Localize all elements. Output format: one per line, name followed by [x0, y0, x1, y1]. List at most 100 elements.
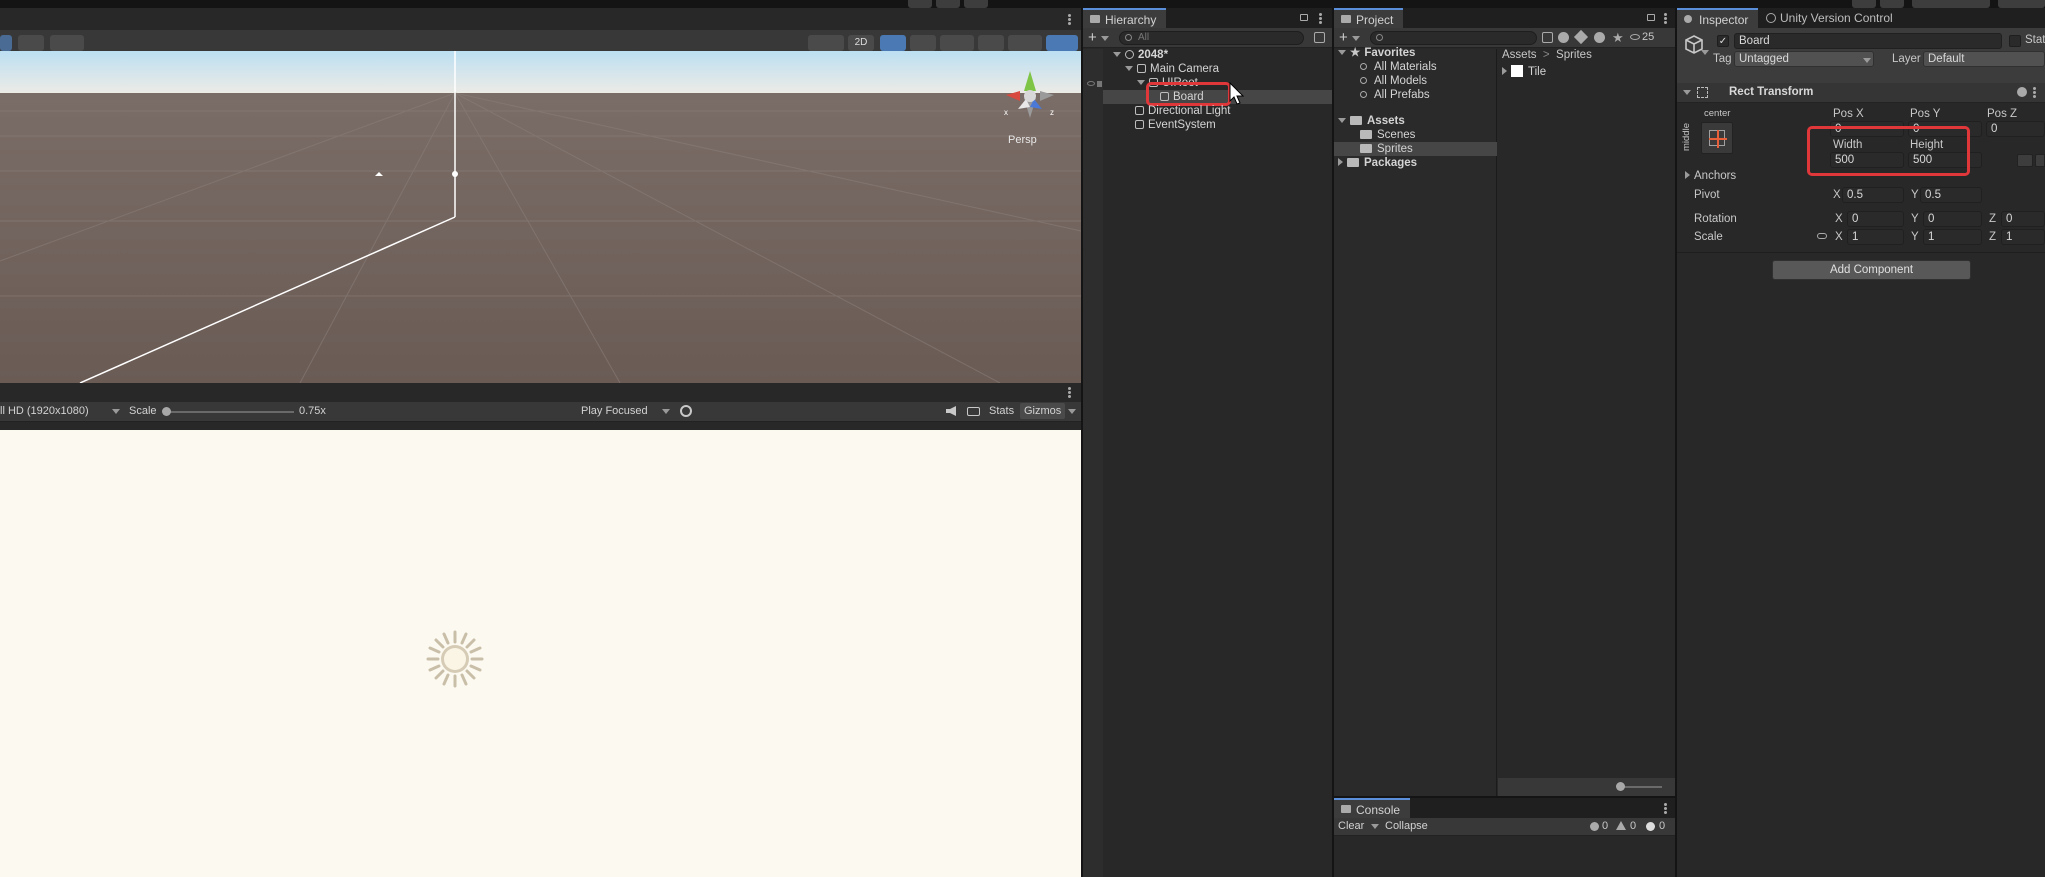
raw-edit-icon[interactable]: [2035, 154, 2045, 167]
tab-project[interactable]: Project: [1334, 8, 1404, 28]
layout-dropdown[interactable]: [1998, 0, 2045, 8]
undo-history-button[interactable]: [1880, 0, 1904, 8]
resolution-chevron-icon[interactable]: [112, 409, 120, 414]
resolution-dropdown[interactable]: ll HD (1920x1080): [0, 405, 89, 417]
keyboard-icon[interactable]: [967, 407, 980, 416]
expand-icon[interactable]: [1338, 118, 1346, 123]
collapse-button[interactable]: Collapse: [1385, 820, 1428, 832]
game-menu-icon[interactable]: [1068, 387, 1071, 398]
tab-console[interactable]: Console: [1334, 798, 1411, 818]
toggle-2d-button[interactable]: 2D: [848, 35, 874, 51]
component-menu-icon[interactable]: [2033, 87, 2036, 98]
pause-button[interactable]: [936, 0, 960, 8]
rotation-x-field[interactable]: 0: [1847, 211, 1904, 227]
favorite-item[interactable]: All Models: [1360, 74, 1427, 88]
search-by-type-icon[interactable]: [1542, 32, 1553, 43]
gizmos-button[interactable]: Gizmos: [1020, 403, 1066, 419]
favorite-star-icon[interactable]: ★: [1612, 30, 1624, 46]
play-mode-chevron-icon[interactable]: [662, 409, 670, 414]
lighting-toggle-icon[interactable]: [880, 35, 906, 51]
tag-icon[interactable]: [1573, 29, 1589, 45]
assets-folder[interactable]: Assets: [1338, 114, 1405, 128]
static-checkbox[interactable]: [2009, 35, 2021, 47]
lock-icon[interactable]: [1647, 14, 1655, 21]
scene-menu-icon[interactable]: [1068, 14, 1071, 25]
breadcrumb-item[interactable]: Assets: [1502, 49, 1537, 61]
bug-icon[interactable]: [680, 405, 692, 417]
favorites-header[interactable]: ★ Favorites: [1338, 46, 1415, 60]
favorite-item[interactable]: All Prefabs: [1360, 88, 1430, 102]
tree-row-eventsystem[interactable]: EventSystem: [1135, 118, 1216, 132]
layers-dropdown[interactable]: [1912, 0, 1990, 8]
persp-label[interactable]: Persp: [1008, 134, 1037, 146]
scale-y-field[interactable]: 1: [1923, 229, 1982, 245]
tree-row-directional-light[interactable]: Directional Light: [1135, 104, 1230, 118]
anchors-foldout[interactable]: Anchors: [1685, 170, 1736, 182]
mute-audio-icon[interactable]: [946, 406, 956, 416]
scale-slider-handle[interactable]: [162, 407, 171, 416]
add-component-button[interactable]: Add Component: [1772, 260, 1971, 280]
icon-size-slider-handle[interactable]: [1616, 782, 1625, 791]
expand-icon[interactable]: [1125, 66, 1133, 71]
scene-viewport[interactable]: [0, 51, 1081, 383]
tab-inspector[interactable]: Inspector: [1677, 8, 1759, 28]
rotation-y-field[interactable]: 0: [1923, 211, 1982, 227]
clear-button[interactable]: Clear: [1338, 820, 1364, 832]
packages-folder[interactable]: Packages: [1338, 156, 1417, 170]
search-top-button[interactable]: [1852, 0, 1876, 8]
scale-z-field[interactable]: 1: [2001, 229, 2045, 245]
transform-tool-button[interactable]: [0, 35, 12, 51]
tab-hierarchy[interactable]: Hierarchy: [1083, 8, 1167, 28]
warning-filter-icon[interactable]: [1616, 821, 1626, 830]
pivot-x-field[interactable]: 0.5: [1842, 187, 1904, 203]
gizmos-scene-button[interactable]: [1046, 35, 1078, 51]
expand-icon[interactable]: [1502, 67, 1507, 75]
foldout-icon[interactable]: [1683, 90, 1691, 95]
rotation-z-field[interactable]: 0: [2001, 211, 2045, 227]
help-icon[interactable]: [2017, 87, 2027, 97]
project-menu-icon[interactable]: [1664, 13, 1667, 24]
hierarchy-search-input[interactable]: All: [1119, 31, 1304, 45]
folder-scenes[interactable]: Scenes: [1360, 128, 1415, 142]
tag-chevron-icon[interactable]: [1863, 58, 1871, 63]
console-menu-icon[interactable]: [1664, 803, 1667, 814]
warning-filter-icon[interactable]: [1594, 32, 1605, 43]
audio-toggle-icon[interactable]: [910, 35, 936, 51]
tree-row-scene[interactable]: 2048*: [1113, 48, 1168, 62]
breadcrumb-item[interactable]: Sprites: [1556, 49, 1592, 61]
expand-icon[interactable]: [1113, 52, 1121, 57]
pos-z-field[interactable]: 0: [1986, 121, 2045, 137]
add-object-chevron-icon[interactable]: [1101, 36, 1109, 41]
component-header[interactable]: Rect Transform: [1677, 83, 2045, 103]
folder-sprites[interactable]: Sprites: [1360, 142, 1413, 156]
scale-x-field[interactable]: 1: [1847, 229, 1904, 245]
visibility-eye-icon[interactable]: [1087, 81, 1095, 86]
expand-icon[interactable]: [1685, 171, 1690, 179]
scale-slider[interactable]: [166, 411, 294, 413]
expand-icon[interactable]: [1137, 80, 1145, 85]
icon-chevron-icon[interactable]: [1701, 50, 1709, 55]
hidden-packages-icon[interactable]: [1630, 34, 1640, 40]
tree-row-main-camera[interactable]: Main Camera: [1125, 62, 1219, 76]
object-name-field[interactable]: Board: [1734, 33, 2002, 49]
pivot-y-field[interactable]: 0.5: [1920, 187, 1982, 203]
scene-visibility-icon[interactable]: [978, 35, 1004, 51]
grid-snap-button[interactable]: [18, 35, 44, 51]
clear-chevron-icon[interactable]: [1371, 824, 1379, 829]
gizmos-chevron-icon[interactable]: [1068, 409, 1076, 414]
orientation-gizmo-icon[interactable]: x z: [990, 63, 1070, 133]
info-filter-icon[interactable]: [1590, 822, 1599, 831]
draw-mode-button[interactable]: [808, 35, 844, 51]
tab-unity-version-control[interactable]: Unity Version Control: [1764, 8, 1893, 28]
constrain-proportions-icon[interactable]: [1817, 233, 1827, 239]
search-filter-icon[interactable]: [1314, 32, 1325, 43]
create-asset-chevron-icon[interactable]: [1352, 36, 1360, 41]
tag-dropdown[interactable]: Untagged: [1734, 51, 1874, 67]
hierarchy-menu-icon[interactable]: [1319, 13, 1322, 24]
stats-button[interactable]: Stats: [989, 405, 1014, 417]
error-filter-icon[interactable]: [1646, 822, 1655, 831]
anchor-presets-button[interactable]: [1701, 122, 1733, 154]
increment-snap-button[interactable]: [50, 35, 84, 51]
create-asset-button[interactable]: +: [1339, 29, 1348, 46]
favorite-item[interactable]: All Materials: [1360, 60, 1437, 74]
